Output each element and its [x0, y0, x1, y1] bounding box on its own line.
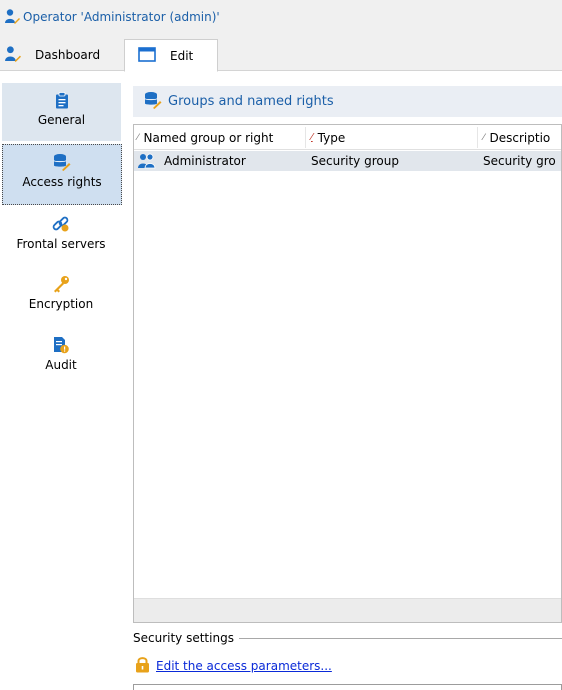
panel-title: Groups and named rights: [168, 94, 334, 109]
chain-link-icon: [52, 211, 70, 233]
column-header-type[interactable]: ⁄ Type: [311, 125, 481, 150]
edit-access-parameters-link[interactable]: Edit the access parameters...: [156, 659, 332, 673]
sort-icon: ⁄: [311, 132, 313, 143]
table-row[interactable]: Administrator Security group Security gr…: [134, 151, 561, 171]
sidebar: General Access rights Frontal servers En…: [0, 71, 122, 689]
table-cell-description: Security gro: [483, 154, 556, 168]
lock-icon: [135, 656, 150, 676]
database-key-icon: [53, 149, 71, 171]
tab-strip: Dashboard Edit: [0, 34, 562, 72]
table-cell-type: Security group: [311, 154, 399, 168]
user-group-icon: [137, 153, 157, 169]
clipboard-icon: [55, 87, 69, 109]
table-cell-name: Administrator: [137, 151, 307, 171]
sidebar-item-encryption[interactable]: Encryption: [0, 271, 122, 321]
sidebar-item-general[interactable]: General: [2, 83, 121, 141]
key-icon: [52, 271, 70, 293]
column-header-description[interactable]: ⁄ Descriptio: [483, 125, 561, 150]
column-header-name[interactable]: ⁄ Named group or right: [137, 125, 305, 150]
groups-table[interactable]: ⁄ Named group or right ⁄ Type ⁄ Descript…: [133, 124, 562, 623]
sort-icon: ⁄: [483, 132, 485, 143]
security-settings-group: Security settings: [133, 629, 562, 647]
user-admin-icon: [4, 45, 21, 65]
divider: [238, 637, 562, 639]
table-footer: [134, 598, 561, 622]
window-title: Operator 'Administrator (admin)': [23, 10, 220, 24]
window-icon: [138, 46, 156, 65]
sort-icon: ⁄: [137, 132, 139, 143]
sidebar-item-audit[interactable]: Audit: [0, 332, 122, 382]
window-title-bar: Operator 'Administrator (admin)': [0, 0, 562, 34]
audit-icon: [52, 332, 70, 354]
panel-header: Groups and named rights: [133, 86, 562, 117]
bottom-panel-border: [133, 684, 562, 690]
tab-dashboard[interactable]: Dashboard: [0, 39, 121, 71]
sidebar-item-access-rights[interactable]: Access rights: [2, 144, 122, 205]
sidebar-item-frontal-servers[interactable]: Frontal servers: [0, 211, 122, 261]
user-admin-icon: [4, 8, 20, 27]
tab-edit[interactable]: Edit: [124, 39, 218, 72]
security-link-row: Edit the access parameters...: [135, 655, 332, 677]
database-key-icon: [144, 91, 162, 112]
sidebar-item-label: Encryption: [28, 297, 94, 311]
tab-dashboard-label: Dashboard: [35, 48, 101, 62]
security-settings-title: Security settings: [133, 631, 234, 645]
tab-edit-label: Edit: [170, 48, 194, 63]
sidebar-item-label: Access rights: [22, 175, 102, 189]
table-header: ⁄ Named group or right ⁄ Type ⁄ Descript…: [134, 125, 561, 150]
sidebar-item-label: Audit: [45, 358, 77, 372]
sidebar-item-label: Frontal servers: [16, 237, 106, 251]
sidebar-item-label: General: [37, 113, 86, 127]
